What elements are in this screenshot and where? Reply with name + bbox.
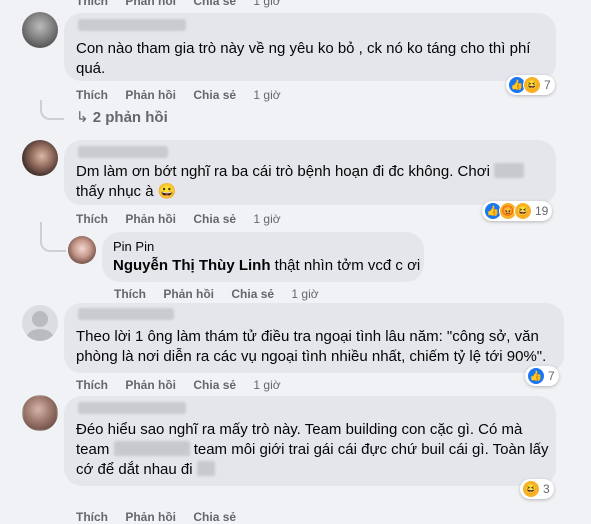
- avatar[interactable]: [22, 12, 58, 48]
- comment-author[interactable]: [78, 308, 174, 320]
- comment-author[interactable]: [78, 402, 186, 414]
- share-button[interactable]: Chia sẻ: [231, 287, 274, 301]
- comment-time[interactable]: 1 giờ: [253, 212, 280, 226]
- reaction-summary[interactable]: 👍 7: [525, 366, 559, 386]
- censored-word: [494, 163, 525, 178]
- haha-reaction-icon: 😆: [522, 480, 540, 498]
- comment-time[interactable]: 1 giờ: [253, 0, 280, 8]
- comment-author[interactable]: [78, 146, 168, 158]
- comment-bubble: Dm làm ơn bớt nghĩ ra ba cái trò bệnh ho…: [64, 140, 556, 205]
- comment-actions-partial: Thích Phản hồi Chia sẻ: [76, 510, 250, 524]
- share-button[interactable]: Chia sẻ: [193, 378, 236, 392]
- comment-time[interactable]: 1 giờ: [291, 287, 318, 301]
- censored-word: [113, 441, 190, 456]
- comment-actions: Thích Phản hồi Chia sẻ 1 giờ: [114, 287, 333, 301]
- reaction-summary[interactable]: 👍 😡 😆 19: [482, 201, 553, 221]
- like-reaction-icon: 👍: [527, 367, 545, 385]
- comment-actions: Thích Phản hồi Chia sẻ 1 giờ: [76, 88, 295, 102]
- comment-time[interactable]: 1 giờ: [253, 88, 280, 102]
- comment-actions: Thích Phản hồi Chia sẻ 1 giờ: [76, 378, 295, 392]
- comment-text: Dm làm ơn bớt nghĩ ra ba cái trò bệnh ho…: [76, 162, 525, 202]
- reply-button[interactable]: Phản hồi: [125, 378, 176, 392]
- comment-text: Theo lời 1 ông làm thám tử điều tra ngoạ…: [76, 328, 547, 365]
- like-button[interactable]: Thích: [76, 378, 108, 392]
- comment-text: Con nào tham gia trò này về ng yêu ko bỏ…: [76, 40, 531, 77]
- reaction-summary[interactable]: 😆 3: [520, 479, 554, 499]
- like-button[interactable]: Thích: [76, 0, 108, 8]
- reply-button[interactable]: Phản hồi: [125, 212, 176, 226]
- comment-author[interactable]: Pin Pin: [113, 239, 154, 254]
- share-button[interactable]: Chia sẻ: [193, 510, 236, 524]
- thread-connector: [40, 222, 66, 252]
- tagged-user[interactable]: Nguyễn Thị Thùy Linh: [113, 257, 271, 274]
- share-button[interactable]: Chia sẻ: [193, 88, 236, 102]
- reply-button[interactable]: Phản hồi: [125, 0, 176, 8]
- haha-reaction-icon: 😆: [523, 76, 541, 94]
- comment-text: Đéo hiểu sao nghĩ ra mấy trò này. Team b…: [76, 421, 549, 478]
- reply-button[interactable]: Phản hồi: [125, 510, 176, 524]
- top-comment-actions: Thích Phản hồi Chia sẻ 1 giờ: [76, 0, 295, 8]
- avatar[interactable]: [22, 140, 58, 176]
- like-button[interactable]: Thích: [76, 212, 108, 226]
- comment-bubble: Đéo hiểu sao nghĩ ra mấy trò này. Team b…: [64, 396, 556, 486]
- avatar[interactable]: [68, 236, 96, 264]
- comment-bubble: Con nào tham gia trò này về ng yêu ko bỏ…: [64, 13, 556, 81]
- reaction-summary[interactable]: 👍 😆 7: [506, 75, 555, 95]
- censored-word: [196, 461, 215, 476]
- reply-button[interactable]: Phản hồi: [163, 287, 214, 301]
- reply-arrow-icon: ↳: [76, 109, 89, 126]
- comment-text: Nguyễn Thị Thùy Linh thật nhìn tởm vcđ c…: [113, 257, 421, 274]
- reply-bubble: Pin Pin Nguyễn Thị Thùy Linh thật nhìn t…: [102, 232, 424, 282]
- haha-reaction-icon: 😆: [514, 202, 532, 220]
- reply-button[interactable]: Phản hồi: [125, 88, 176, 102]
- like-button[interactable]: Thích: [114, 287, 146, 301]
- share-button[interactable]: Chia sẻ: [193, 212, 236, 226]
- avatar[interactable]: [22, 305, 58, 341]
- like-button[interactable]: Thích: [76, 88, 108, 102]
- like-button[interactable]: Thích: [76, 510, 108, 524]
- view-replies-link[interactable]: ↳ 2 phản hồi: [76, 108, 168, 126]
- avatar[interactable]: [22, 395, 58, 431]
- thread-connector: [40, 100, 64, 120]
- share-button[interactable]: Chia sẻ: [193, 0, 236, 8]
- comment-actions: Thích Phản hồi Chia sẻ 1 giờ: [76, 212, 295, 226]
- comment-bubble: Theo lời 1 ông làm thám tử điều tra ngoạ…: [64, 303, 564, 373]
- comment-author[interactable]: [78, 19, 186, 31]
- comment-time[interactable]: 1 giờ: [253, 378, 280, 392]
